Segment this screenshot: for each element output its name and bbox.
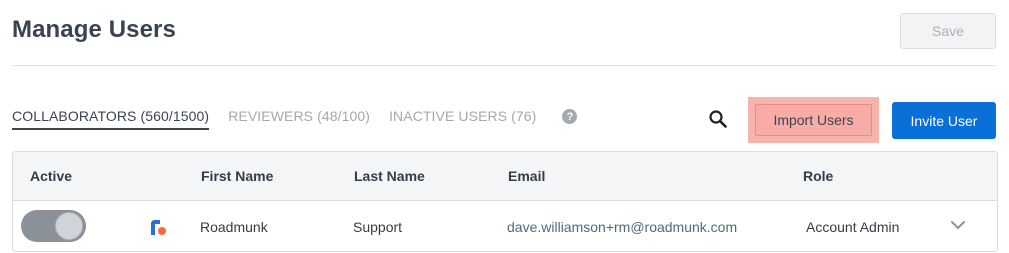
table-header: Active First Name Last Name Email Role <box>13 152 997 201</box>
toggle-knob <box>55 212 83 240</box>
search-icon[interactable] <box>708 109 728 129</box>
import-users-highlight: Import Users <box>748 97 879 143</box>
active-toggle[interactable] <box>21 210 86 242</box>
cell-email: dave.williamson+rm@roadmunk.com <box>507 219 738 235</box>
roadmunk-logo-icon <box>151 220 166 235</box>
column-header-email[interactable]: Email <box>508 168 545 184</box>
tab-inactive-users[interactable]: INACTIVE USERS (76) <box>389 108 536 128</box>
header-divider <box>12 65 996 66</box>
save-button[interactable]: Save <box>900 13 996 49</box>
cell-role: Account Admin <box>806 219 900 235</box>
import-users-button[interactable]: Import Users <box>755 104 872 136</box>
column-header-role[interactable]: Role <box>803 168 833 184</box>
column-header-first-name[interactable]: First Name <box>201 168 273 184</box>
column-header-last-name[interactable]: Last Name <box>354 168 425 184</box>
tab-reviewers[interactable]: REVIEWERS (48/100) <box>228 108 370 128</box>
page-title: Manage Users <box>12 16 176 43</box>
chevron-down-icon[interactable] <box>950 219 966 231</box>
cell-last-name: Support <box>353 219 403 235</box>
users-table: Active First Name Last Name Email Role R… <box>12 151 998 252</box>
help-icon[interactable]: ? <box>562 109 578 124</box>
column-header-active[interactable]: Active <box>30 168 72 184</box>
cell-first-name: Roadmunk <box>200 219 268 235</box>
tab-collaborators[interactable]: COLLABORATORS (560/1500) <box>12 108 210 130</box>
invite-user-button[interactable]: Invite User <box>892 102 996 139</box>
user-tabs: COLLABORATORS (560/1500) REVIEWERS (48/1… <box>12 108 578 130</box>
